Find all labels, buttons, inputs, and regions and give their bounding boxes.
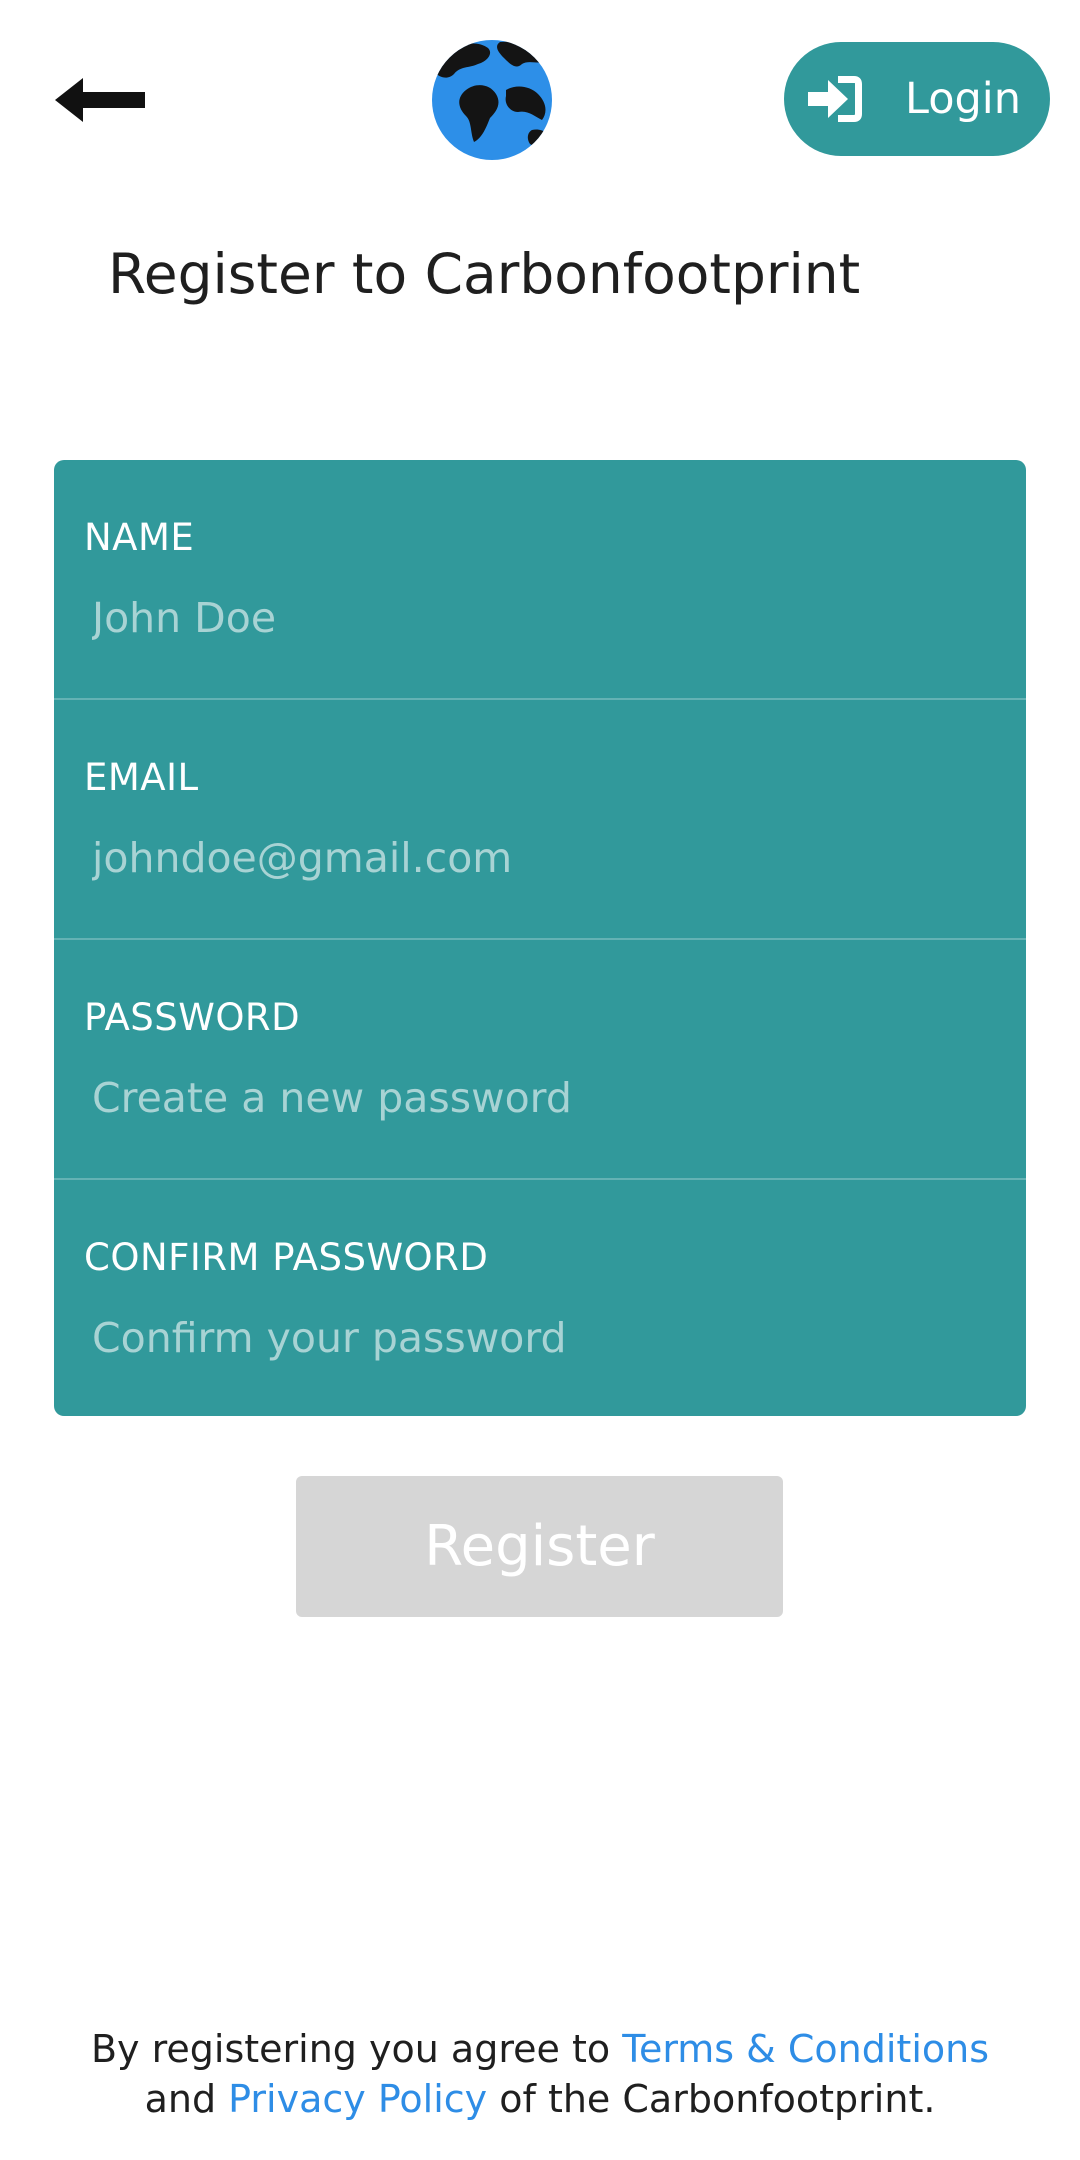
confirm-password-input[interactable] <box>92 1308 992 1368</box>
login-label: Login <box>905 74 1022 124</box>
registration-form: NAME EMAIL PASSWORD CONFIRM PASSWORD <box>54 460 1026 1416</box>
name-field-group: NAME <box>54 460 1026 700</box>
confirm-password-label: CONFIRM PASSWORD <box>84 1236 489 1279</box>
terms-notice: By registering you agree to Terms & Cond… <box>0 2024 1080 2124</box>
terms-suffix: of the Carbonfootprint. <box>499 2077 936 2121</box>
sign-in-icon <box>808 76 862 122</box>
terms-link[interactable]: Terms & Conditions <box>622 2027 989 2071</box>
email-input[interactable] <box>92 828 992 888</box>
email-field-group: EMAIL <box>54 700 1026 940</box>
register-button[interactable]: Register <box>296 1476 783 1617</box>
confirm-password-field-group: CONFIRM PASSWORD <box>54 1180 1026 1416</box>
terms-middle: and <box>144 2077 217 2121</box>
back-button[interactable] <box>40 60 160 140</box>
terms-line-2: and Privacy Policy of the Carbonfootprin… <box>0 2074 1080 2124</box>
terms-line-1: By registering you agree to Terms & Cond… <box>0 2024 1080 2074</box>
terms-prefix: By registering you agree to <box>90 2027 611 2071</box>
password-label: PASSWORD <box>84 996 301 1039</box>
password-input[interactable] <box>92 1068 992 1128</box>
name-input[interactable] <box>92 588 992 648</box>
name-label: NAME <box>84 516 195 559</box>
privacy-link[interactable]: Privacy Policy <box>228 2077 487 2121</box>
password-field-group: PASSWORD <box>54 940 1026 1180</box>
globe-icon <box>432 40 552 160</box>
arrow-left-icon <box>55 78 145 122</box>
top-bar: Login <box>0 0 1080 200</box>
login-button[interactable]: Login <box>784 42 1050 156</box>
email-label: EMAIL <box>84 756 199 799</box>
page-title: Register to Carbonfootprint <box>108 242 861 306</box>
